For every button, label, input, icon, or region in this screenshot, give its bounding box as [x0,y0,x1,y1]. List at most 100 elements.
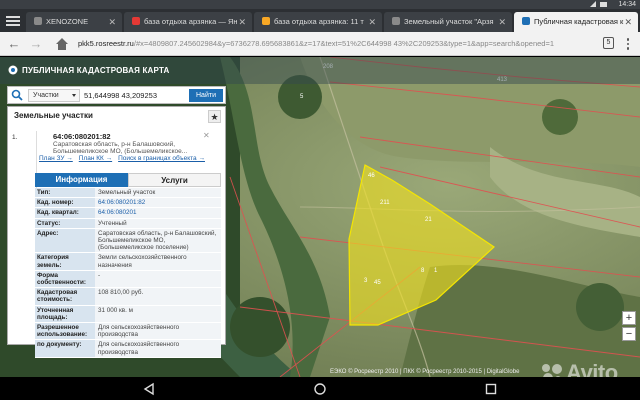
home-icon[interactable] [54,36,70,52]
tab-title: XENOZONE [46,17,89,26]
attribute-value: 108 810,00 руб. [95,288,221,305]
attribute-key: Форма собственности: [35,270,95,288]
tab-favicon-icon [132,17,140,25]
map-plot-label: 5 [300,94,304,100]
home-nav-icon[interactable] [313,382,327,396]
tab-title: база отдыха арзянка: 11 т [274,17,364,26]
attribute-key: Адрес: [35,228,95,253]
result-links: План ЗУ → План КК → Поиск в границах объек… [39,155,219,163]
attribute-value: Саратовская область, р-н Балашовский, Бо… [95,228,221,253]
screen: 14:34 XENOZONE ✕ база отдыха арзянка — Я… [0,0,640,400]
tab-title: Земельный участок "Арзя [404,17,494,26]
attribute-row: Кад. квартал: 64:06:080201 [35,208,221,219]
map-plot-label: 3 [364,278,368,284]
panel-title: Земельные участки [14,111,93,120]
map-plot-label: 21 [425,217,432,223]
tab-close-icon[interactable]: ✕ [108,12,116,32]
overflow-menu-icon[interactable] [624,36,632,52]
attribute-value[interactable]: 64:06:080201:82 [95,198,221,208]
android-nav-bar [0,377,640,400]
browser-tab-1[interactable]: XENOZONE ✕ [26,12,122,32]
result-close-icon[interactable]: ✕ [203,131,210,140]
attribute-row: Адрес: Саратовская область, р-н Балашовск… [35,228,221,254]
tab-services[interactable]: Услуги [128,173,221,187]
attribute-row: Кад. номер: 64:06:080201:82 [35,198,221,209]
attribute-key: Уточненная площадь: [35,305,95,323]
status-clock: 14:34 [618,1,636,8]
result-cad-number[interactable]: 64:06:080201:82 [53,132,111,141]
attribute-row: Уточненная площадь: 31 000 кв. м [35,305,221,324]
app-title: ПУБЛИЧНАЯ КАДАСТРОВАЯ КАРТА [22,66,170,75]
tab-close-icon[interactable]: ✕ [624,12,632,32]
tab-favicon-icon [392,17,400,25]
attribute-key: по документу: [35,340,95,357]
status-bar: 14:34 [0,0,640,9]
recents-nav-icon[interactable] [484,382,498,396]
attribute-value: Земельный участок [95,188,221,198]
search-type-select[interactable]: Участки [28,89,80,102]
search-type-label: Участки [33,92,59,99]
tab-close-icon[interactable]: ✕ [368,12,376,32]
rosreestr-logo-icon [8,65,18,75]
attribute-key: Кад. номер: [35,198,95,208]
search-in-bounds-link[interactable]: Поиск в границах объекта → [118,155,205,162]
panel-tabs: Информация Услуги [35,173,221,187]
tab-close-icon[interactable]: ✕ [238,12,246,32]
signal-battery-icon [590,1,607,7]
attribute-key: Кадастровая стоимость: [35,288,95,305]
browser-tab-3[interactable]: база отдыха арзянка: 11 т ✕ [254,12,382,32]
browser-tab-4[interactable]: Земельный участок "Арзя ✕ [384,12,512,32]
tab-switcher-button[interactable]: 5 [603,37,614,49]
map-plot-label: 211 [380,200,390,206]
search-input[interactable]: 51,644998 43,209253 [84,89,191,102]
pin-star-icon[interactable]: ★ [208,110,221,123]
back-arrow-icon[interactable]: ← [6,36,22,52]
browser-tab-strip: XENOZONE ✕ база отдыха арзянка — Ян ✕ ба… [0,9,640,32]
tab-favicon-icon [262,17,270,25]
search-bar: Участки 51,644998 43,209253 Найти [7,86,226,104]
address-bar: ← → pkk5.rosreestr.ru/#x=4809807.2456029… [0,32,640,56]
attribute-value: Учтенный [95,218,221,228]
attribute-key: Категория земель: [35,253,95,270]
result-index: 1. [12,134,18,141]
plan-zu-link[interactable]: План ЗУ → [39,155,73,162]
attribute-key: Статус: [35,218,95,228]
browser-menu-icon[interactable] [6,14,20,28]
url-field[interactable]: pkk5.rosreestr.ru/#x=4809807.245602984&y… [78,36,588,52]
attribute-row: Кадастровая стоимость: 108 810,00 руб. [35,288,221,306]
plan-kk-link[interactable]: План КК → [79,155,112,162]
tab-close-icon[interactable]: ✕ [498,12,506,32]
map-plot-label: 1 [434,268,438,274]
map-attribution: ЕЭКО © Росреестр 2010 | ПКК © Росреестр … [330,369,520,375]
attribute-row: Тип: Земельный участок [35,188,221,199]
tab-favicon-icon [34,17,42,25]
attribute-table: Тип: Земельный участок Кад. номер: 64:06:08… [35,188,221,358]
attribute-key: Разрешенное использование: [35,323,95,340]
attribute-row: Статус: Учтенный [35,218,221,229]
back-nav-icon[interactable] [142,382,156,396]
attribute-value[interactable]: 64:06:080201 [95,208,221,218]
zoom-in-button[interactable]: + [622,311,636,325]
attribute-key: Кад. квартал: [35,208,95,218]
search-button[interactable]: Найти [189,89,223,102]
forward-arrow-icon[interactable]: → [28,36,44,52]
map-plot-label: 46 [368,173,375,179]
browser-tab-5-active[interactable]: Публичная кадастровая к ✕ [514,12,638,32]
tab-title: Публичная кадастровая к [534,17,624,26]
tab-info[interactable]: Информация [35,173,128,187]
attribute-value: 31 000 кв. м [95,305,221,323]
attribute-row: Форма собственности: - [35,270,221,289]
url-path: /#x=4809807.245602984&y=6736278.69568386… [133,39,555,48]
attribute-value: - [95,270,221,288]
browser-tab-2[interactable]: база отдыха арзянка — Ян ✕ [124,12,252,32]
zoom-out-button[interactable]: − [622,327,636,341]
attribute-value: Для сельскохозяйственного производства [95,323,221,340]
attribute-row: по документу: Для сельскохозяйственного п… [35,340,221,358]
result-address: Саратовская область, р-н Балашовский, Бо… [53,141,188,156]
url-host: pkk5.rosreestr.ru [78,39,134,48]
attribute-value: Для сельскохозяйственного производства [95,340,221,357]
attribute-key: Тип: [35,188,95,198]
tab-favicon-icon [522,17,530,25]
map-plot-label: 8 [421,268,425,274]
search-icon[interactable] [11,89,23,101]
